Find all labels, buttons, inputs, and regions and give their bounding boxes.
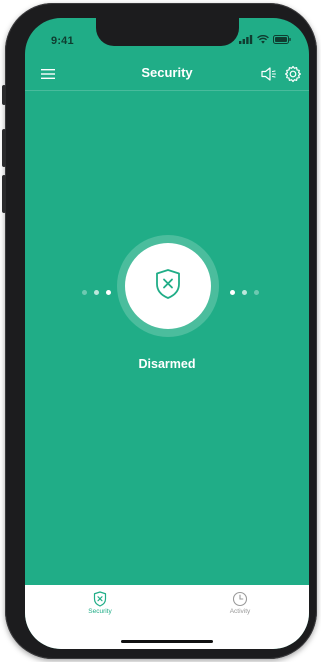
- speaker-icon: [261, 67, 277, 81]
- bottom-tab-bar: Security Activity: [25, 585, 309, 649]
- indicator-dot-left-3: [106, 290, 111, 295]
- battery-icon: [273, 35, 291, 44]
- phone-notch: [96, 18, 239, 46]
- indicator-dot-right-3: [254, 290, 259, 295]
- clock-icon: [232, 591, 248, 607]
- tab-activity[interactable]: Activity: [200, 591, 280, 621]
- indicator-dot-right-1: [230, 290, 235, 295]
- indicator-dot-right-2: [242, 290, 247, 295]
- security-status-label: Disarmed: [138, 357, 196, 371]
- shield-x-icon: [156, 269, 180, 299]
- gear-icon: [285, 65, 301, 83]
- sound-button[interactable]: [259, 64, 279, 84]
- status-time: 9:41: [51, 35, 74, 47]
- arm-disarm-button[interactable]: [125, 243, 211, 329]
- home-indicator[interactable]: [121, 640, 213, 643]
- tab-security-label: Security: [88, 608, 112, 615]
- app-screen: 9:41 Security Disarmed Security Activity: [25, 18, 309, 649]
- settings-button[interactable]: [283, 64, 303, 84]
- phone-side-button-volume-up: [2, 129, 6, 167]
- shield-x-icon: [93, 591, 107, 607]
- tab-activity-label: Activity: [229, 608, 251, 615]
- phone-frame: 9:41 Security Disarmed Security Activity: [2, 3, 317, 659]
- arm-control-area: [25, 230, 309, 340]
- indicator-dot-left-1: [82, 290, 87, 295]
- indicator-dot-left-2: [94, 290, 99, 295]
- status-icons: [239, 35, 291, 44]
- phone-side-button-volume-down: [2, 175, 6, 213]
- phone-side-button-silent: [2, 85, 6, 105]
- wifi-icon: [257, 35, 269, 44]
- cellular-signal-icon: [239, 35, 253, 44]
- tab-security[interactable]: Security: [60, 591, 140, 621]
- app-header: Security: [25, 58, 309, 91]
